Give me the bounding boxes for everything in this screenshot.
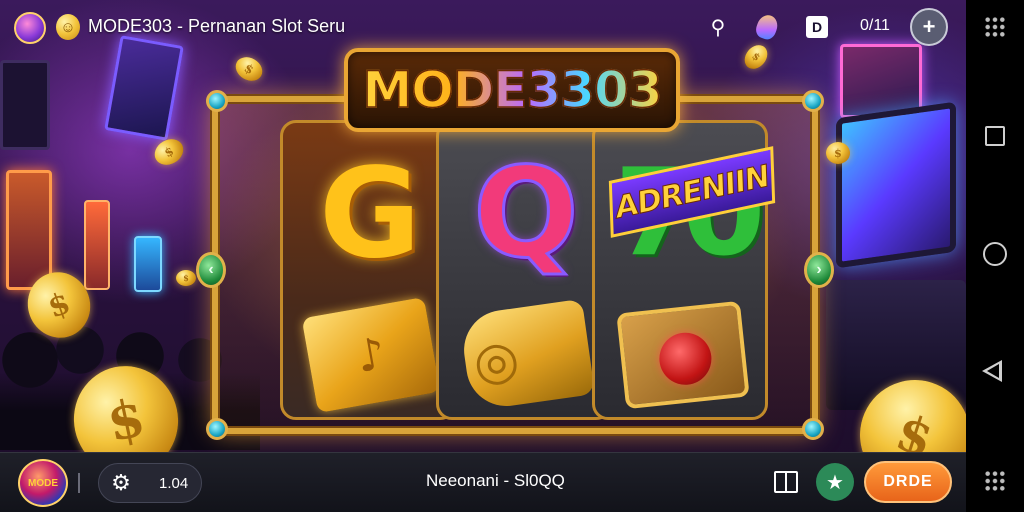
divider — [78, 473, 80, 493]
wall-screen — [0, 60, 50, 150]
gold-scroll-icon — [458, 298, 596, 412]
arcade-screen — [836, 101, 956, 269]
gem-icon — [802, 418, 824, 440]
favorite-star-button[interactable]: ★ — [816, 463, 854, 501]
recents-button[interactable] — [985, 126, 1005, 146]
next-arrow-button[interactable]: › — [804, 252, 834, 288]
home-button[interactable] — [983, 242, 1007, 266]
neon-sign — [6, 170, 52, 290]
neon-sign — [84, 200, 110, 290]
slot-machine-frame: G Q 70 ADRENIIN ‹ › — [196, 90, 834, 440]
d-button[interactable]: D — [806, 16, 828, 38]
neon-sign — [840, 44, 922, 118]
app-logo-icon[interactable] — [14, 12, 46, 44]
ruby-chest-icon — [616, 300, 750, 410]
gem-icon — [206, 418, 228, 440]
coin-icon — [150, 134, 188, 170]
page-title: MODE303 - Pernanan Slot Seru — [88, 16, 346, 36]
reel-symbol: Q — [472, 142, 580, 286]
grid-dots-icon[interactable] — [984, 16, 1006, 38]
reel-1[interactable]: G — [280, 120, 456, 420]
status-text: Neeonani - Sl0QQ — [426, 471, 565, 490]
smile-coin-icon[interactable]: ☺ — [56, 14, 80, 40]
reel-2[interactable]: Q — [436, 120, 612, 420]
android-nav-rail — [966, 0, 1024, 512]
book-icon[interactable] — [774, 471, 798, 493]
balance-value: 1.04 — [159, 475, 189, 492]
gear-icon[interactable]: ⚙ — [109, 471, 133, 495]
top-bar: ☺ MODE303 - Pernanan Slot Seru ⚲ D 0/11 … — [0, 0, 966, 52]
add-button[interactable]: + — [910, 8, 948, 46]
neon-sign — [134, 236, 162, 292]
gem-icon — [802, 90, 824, 112]
gem-icon — [206, 90, 228, 112]
game-background: G Q 70 ADRENIIN ‹ › MODE3303 — [0, 0, 966, 512]
grid-dots-icon[interactable] — [984, 470, 1006, 492]
game-logo: MODE3303 — [344, 48, 680, 132]
coin-icon — [231, 52, 267, 86]
game-badge-icon[interactable]: MODE — [18, 459, 68, 507]
share-icon[interactable]: ⚲ — [704, 12, 732, 42]
coin-icon — [826, 142, 850, 164]
mascot-icon[interactable] — [753, 12, 781, 42]
reel-symbol: G — [319, 142, 421, 286]
bottom-bar: MODE ⚙ 1.04 Neeonani - Sl0QQ ★ DRDE — [0, 452, 966, 512]
gold-box-icon — [301, 296, 441, 414]
settings-pill[interactable]: ⚙ 1.04 — [98, 463, 202, 503]
action-button[interactable]: DRDE — [864, 461, 952, 503]
back-button[interactable] — [982, 360, 1002, 382]
menu-text-button[interactable]: 0/11 — [860, 17, 890, 35]
previous-arrow-button[interactable]: ‹ — [196, 252, 226, 288]
coin-icon — [176, 270, 196, 286]
game-logo-text: MODE3303 — [362, 60, 664, 120]
